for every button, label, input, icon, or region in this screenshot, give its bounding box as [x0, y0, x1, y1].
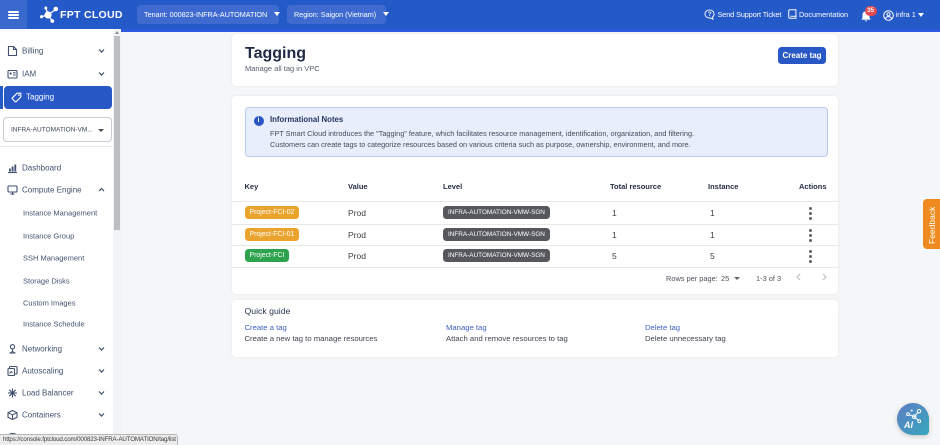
svg-text:?: ? [708, 11, 712, 17]
svg-text:AI: AI [903, 420, 913, 430]
